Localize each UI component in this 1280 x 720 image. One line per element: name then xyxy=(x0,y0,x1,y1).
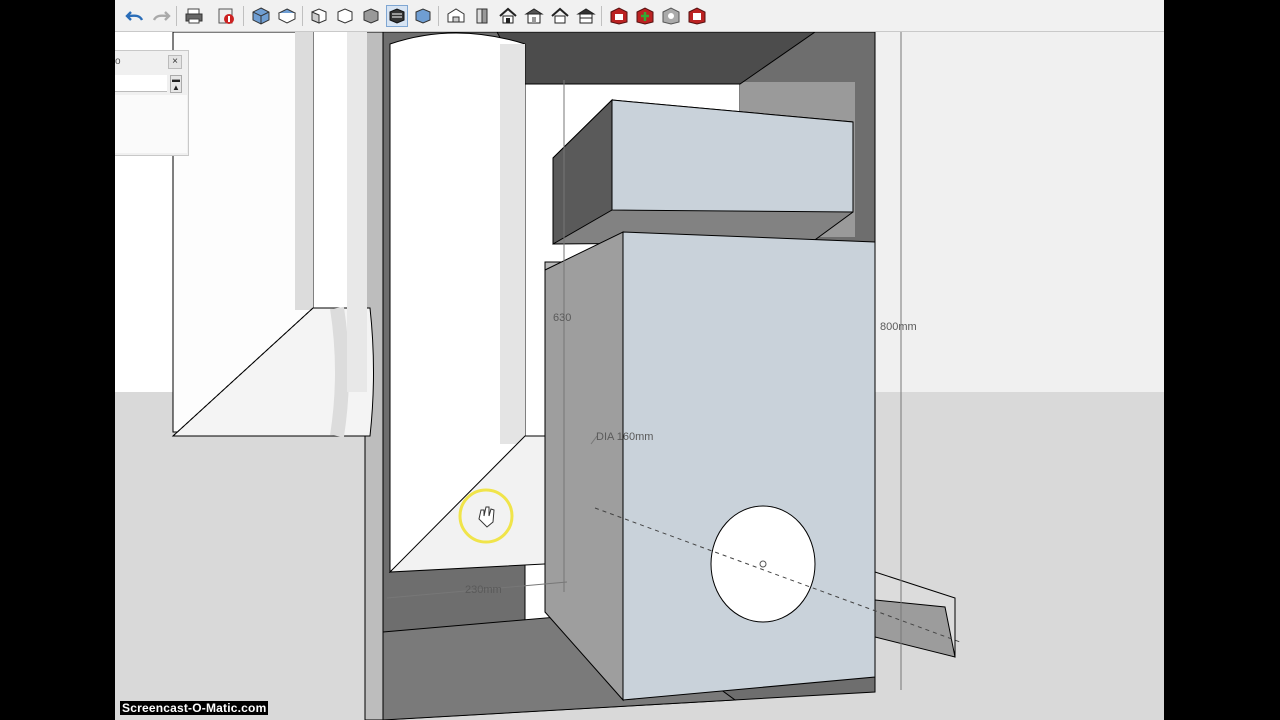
component-get-icon[interactable] xyxy=(660,5,682,27)
warehouse-get-icon[interactable] xyxy=(608,5,630,27)
dimension-label-diameter: DIA 160mm xyxy=(596,431,654,443)
wireframe-style-icon[interactable] xyxy=(445,5,467,27)
undo-icon[interactable] xyxy=(124,5,146,27)
screencast-watermark: Screencast-O-Matic.com xyxy=(120,701,269,715)
iso-view-icon[interactable] xyxy=(250,5,272,27)
main-toolbar xyxy=(115,0,1164,32)
panel-body xyxy=(115,95,187,153)
shaded-style-icon[interactable] xyxy=(497,5,519,27)
hidden-line-style-icon[interactable] xyxy=(471,5,493,27)
print-icon[interactable] xyxy=(183,5,205,27)
front-view-icon[interactable] xyxy=(308,5,330,27)
right-view-icon[interactable] xyxy=(334,5,356,27)
warehouse-share-icon[interactable] xyxy=(634,5,656,27)
panel-close-button[interactable]: × xyxy=(168,55,182,69)
entity-info-panel[interactable]: o × ▬ ▲ xyxy=(115,50,189,156)
top-view-icon[interactable] xyxy=(276,5,298,27)
model-canvas xyxy=(115,31,1164,720)
dimension-label-230mm: 230mm xyxy=(465,584,502,596)
dimension-label-630: 630 xyxy=(553,312,572,324)
extension-icon[interactable] xyxy=(686,5,708,27)
model-info-icon[interactable] xyxy=(215,5,237,27)
sketchup-window: 630 800mm DIA 160mm 230mm o × ▬ ▲ xyxy=(115,0,1164,720)
back-view-icon[interactable] xyxy=(360,5,382,27)
left-view-icon[interactable] xyxy=(386,5,408,27)
model-viewport[interactable]: 630 800mm DIA 160mm 230mm xyxy=(115,31,1164,720)
monochrome-style-icon[interactable] xyxy=(549,5,571,27)
textured-style-icon[interactable] xyxy=(523,5,545,27)
panel-field[interactable] xyxy=(115,75,167,92)
redo-icon[interactable] xyxy=(150,5,172,27)
house-iso-icon[interactable] xyxy=(575,5,597,27)
xray-style-icon[interactable] xyxy=(412,5,434,27)
panel-scroll-arrows[interactable]: ▬ ▲ xyxy=(170,75,182,93)
dimension-label-800mm: 800mm xyxy=(880,321,917,333)
